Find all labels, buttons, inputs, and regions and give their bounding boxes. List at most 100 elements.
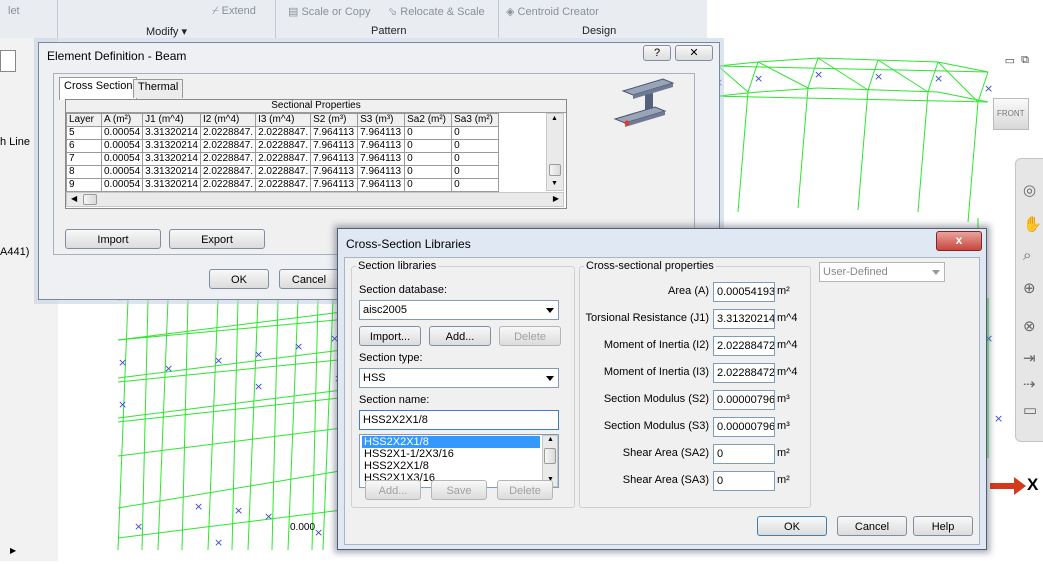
orbit-icon[interactable]: ⊕ [1023, 279, 1036, 297]
cancel-button[interactable]: Cancel [837, 516, 907, 536]
table-cell[interactable]: 2.0228847. [199, 139, 257, 153]
section-database-select[interactable]: aisc2005 [359, 300, 559, 320]
pan-icon[interactable]: ✋ [1023, 215, 1042, 233]
add-button[interactable]: Add... [429, 326, 491, 346]
scroll-up-icon[interactable]: ▲ [547, 436, 554, 443]
table-cell[interactable]: 3.31320214 [142, 126, 201, 140]
table-cell[interactable]: 0.00054 [100, 139, 144, 153]
table-vertical-scrollbar[interactable]: ▲ ▼ [546, 113, 564, 191]
centroid-creator-button[interactable]: ◈ Centroid Creator [506, 5, 599, 18]
property-value-input[interactable]: 2.022884728 [713, 363, 775, 383]
table-row[interactable]: 5 0.00054 3.31320214 2.0228847. 2.0228847. 7.… [66, 126, 500, 140]
table-row[interactable]: 8 0.00054 3.31320214 2.0228847. 2.0228847. 7.… [66, 165, 500, 179]
table-cell[interactable]: 0 [451, 126, 500, 140]
property-value-input[interactable]: 0.000007964 [713, 417, 775, 437]
left-pane-tab[interactable] [0, 50, 16, 72]
add-section-button[interactable]: Add... [365, 480, 421, 500]
table-cell[interactable]: 7.964113 [310, 126, 359, 140]
table-cell[interactable]: 0 [451, 152, 500, 166]
delete-section-button[interactable]: Delete [497, 480, 553, 500]
table-cell[interactable]: 2.0228847. [255, 126, 312, 140]
scroll-down-icon[interactable]: ▼ [551, 180, 558, 187]
close-icon[interactable]: x [936, 231, 982, 251]
center-icon[interactable]: ⊗ [1023, 317, 1036, 335]
table-row[interactable]: 7 0.00054 3.31320214 2.0228847. 2.0228847. 7.… [66, 152, 500, 166]
scroll-thumb[interactable] [544, 448, 556, 464]
property-value-input[interactable]: 0 [713, 444, 775, 464]
table-cell[interactable]: 0.00054 [100, 178, 144, 192]
delete-button[interactable]: Delete [499, 326, 561, 346]
table-cell[interactable]: 9 [66, 178, 102, 192]
property-value-input[interactable]: 0 [713, 471, 775, 491]
table-cell[interactable]: 2.0228847. [255, 165, 312, 179]
table-cell[interactable]: 3.31320214 [142, 139, 201, 153]
scroll-thumb[interactable] [549, 164, 561, 176]
scroll-left-icon[interactable]: ◀ [71, 194, 77, 203]
extend-button[interactable]: ⌿ Extend [212, 5, 256, 18]
table-cell[interactable]: 2.0228847. [199, 152, 257, 166]
restore-icon[interactable]: ⧉ [1021, 54, 1029, 67]
tab-thermal[interactable]: Thermal [133, 79, 184, 98]
section-type-select[interactable]: HSS [359, 368, 559, 388]
table-cell[interactable]: 2.0228847. [199, 178, 257, 192]
property-value-input[interactable]: 0.000541934 [713, 282, 775, 302]
table-cell[interactable]: 0.00054 [100, 152, 144, 166]
table-cell[interactable]: 7.964113 [357, 139, 406, 153]
table-cell[interactable]: 3.31320214 [142, 165, 201, 179]
sectional-properties-table[interactable]: Sectional Properties Layer A (m²) J1 (m^… [65, 99, 567, 209]
property-value-input[interactable]: 3.313202147 [713, 309, 775, 329]
scroll-up-icon[interactable]: ▲ [551, 115, 558, 122]
tab-cross-section[interactable]: Cross Section [59, 77, 138, 100]
table-cell[interactable]: 0 [404, 126, 453, 140]
ok-button[interactable]: OK [209, 269, 269, 289]
close-icon[interactable]: ✕ [675, 45, 713, 61]
table-cell[interactable]: 7.964113 [310, 152, 359, 166]
table-cell[interactable]: 7.964113 [310, 178, 359, 192]
table-cell[interactable]: 2.0228847. [255, 178, 312, 192]
table-cell[interactable]: 0 [404, 139, 453, 153]
table-cell[interactable]: 7.964113 [357, 178, 406, 192]
table-cell[interactable]: 2.0228847. [255, 152, 312, 166]
table-cell[interactable]: 8 [66, 165, 102, 179]
table-cell[interactable]: 2.0228847. [255, 139, 312, 153]
property-value-input[interactable]: 2.022884728 [713, 336, 775, 356]
relocate-scale-button[interactable]: ⬂ Relocate & Scale [388, 5, 485, 18]
table-cell[interactable]: 0 [451, 165, 500, 179]
list-item[interactable]: HSS2X2X1/8 [362, 460, 540, 472]
table-cell[interactable]: 3.31320214 [142, 178, 201, 192]
look-icon[interactable]: ⇢ [1023, 375, 1036, 393]
list-item[interactable]: HSS2X2X1/8 [362, 436, 540, 448]
table-horizontal-scrollbar[interactable]: ◀ ▶ [66, 192, 564, 207]
steering-wheel-icon[interactable]: ◎ [1023, 181, 1036, 199]
showmotion-icon[interactable]: ▭ [1023, 401, 1037, 419]
table-cell[interactable]: 7 [66, 152, 102, 166]
table-cell[interactable]: 2.0228847. [199, 126, 257, 140]
save-section-button[interactable]: Save [431, 480, 487, 500]
table-cell[interactable]: 2.0228847. [199, 165, 257, 179]
view-cube[interactable]: FRONT [983, 92, 1035, 136]
table-cell[interactable]: 7.964113 [310, 165, 359, 179]
table-row[interactable]: 6 0.00054 3.31320214 2.0228847. 2.0228847. 7.… [66, 139, 500, 153]
table-cell[interactable]: 7.964113 [310, 139, 359, 153]
table-cell[interactable]: 7.964113 [357, 165, 406, 179]
table-cell[interactable]: 5 [66, 126, 102, 140]
table-cell[interactable]: 6 [66, 139, 102, 153]
property-value-input[interactable]: 0.000007964 [713, 390, 775, 410]
table-cell[interactable]: 0 [404, 165, 453, 179]
table-cell[interactable]: 7.964113 [357, 126, 406, 140]
table-cell[interactable]: 0 [451, 178, 500, 192]
list-item[interactable]: HSS2X1-1/2X3/16 [362, 448, 540, 460]
zoom-icon[interactable]: ⌕ [1023, 247, 1031, 264]
export-button[interactable]: Export [169, 229, 265, 249]
cancel-button[interactable]: Cancel [279, 269, 339, 289]
table-cell[interactable]: 0.00054 [100, 126, 144, 140]
user-defined-select[interactable]: User-Defined [819, 262, 945, 282]
import-button[interactable]: Import [65, 229, 161, 249]
table-cell[interactable]: 0 [451, 139, 500, 153]
scroll-thumb[interactable] [83, 194, 97, 205]
table-row[interactable]: 9 0.00054 3.31320214 2.0228847. 2.0228847. 7.… [66, 178, 500, 192]
section-name-input[interactable]: HSS2X2X1/8 [359, 410, 559, 430]
scroll-right-icon[interactable]: ▶ [553, 194, 559, 203]
minimize-icon[interactable]: ▭ [1005, 54, 1015, 67]
help-icon[interactable]: ? [643, 45, 671, 61]
